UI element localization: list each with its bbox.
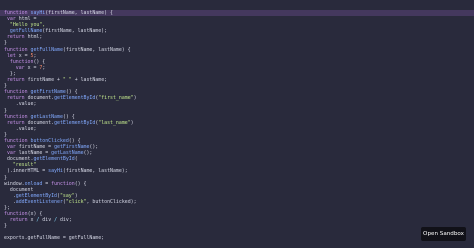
code-token: () { [74, 180, 87, 187]
code-token: function [4, 113, 31, 120]
code-token: div [39, 217, 55, 224]
code-token: () { [33, 58, 46, 65]
code-token: getFullName [30, 46, 63, 53]
code-token: return [9, 217, 28, 224]
code-token: return [6, 77, 25, 84]
code-token: "click" [65, 198, 87, 205]
code-token: ; [33, 52, 37, 59]
code-token: window. [4, 180, 25, 187]
code-token: () { [62, 113, 75, 120]
code-token: (); [89, 144, 99, 151]
code-token: " " [62, 77, 72, 84]
code-token: . [4, 198, 16, 205]
code-token: var [15, 64, 25, 71]
code-token: "result" [4, 162, 37, 169]
code-token: (firstName, lastName); [62, 168, 128, 175]
code-token: } [4, 83, 7, 90]
code-token: document. [24, 119, 55, 126]
code-token: var [6, 144, 16, 151]
code-token: getFirstName [54, 144, 90, 151]
code-token: document. [4, 156, 34, 163]
code-token: getFullName [9, 28, 43, 35]
code-token: . [4, 192, 16, 199]
code-token: .value; [4, 101, 37, 108]
code-token: div; [57, 217, 72, 224]
code-block[interactable]: function sayHi(firstName, lastName) { va… [0, 10, 474, 242]
code-token: function [4, 10, 31, 16]
code-token: () { [68, 137, 81, 144]
code-token: "first_name" [98, 95, 134, 102]
code-line: exports.getFullName = getFullName; [0, 235, 474, 241]
code-token: ; [42, 64, 46, 71]
code-token: ).innerHTML = [4, 168, 49, 175]
code-token: ) [133, 95, 137, 102]
code-editor[interactable]: function sayHi(firstName, lastName) { va… [0, 0, 474, 248]
code-token: .value; [4, 125, 37, 132]
code-token: "Hello you", [4, 22, 46, 29]
code-token: function [4, 89, 31, 96]
code-token: document. [24, 95, 55, 102]
code-token: (firstName, lastName) { [45, 10, 113, 16]
code-token: "last_name" [98, 119, 131, 126]
code-token: return [6, 95, 25, 102]
code-token: let [6, 52, 16, 59]
code-token: (firstName, lastName); [42, 28, 108, 35]
code-token: html; [24, 34, 43, 41]
code-token: }; [4, 70, 16, 77]
code-token: function [4, 46, 31, 53]
code-token: firstName + [24, 77, 63, 84]
code-token: x = [24, 64, 40, 71]
code-token: document [4, 186, 34, 193]
code-token: getLastName [30, 113, 63, 120]
code-token: sayHi [30, 10, 46, 16]
code-token: (x) { [27, 211, 43, 218]
code-token: getElementById [54, 95, 96, 102]
code-token: function [9, 58, 34, 65]
code-token: getLastName [51, 150, 84, 157]
code-token: firstName = [15, 144, 55, 151]
code-token: function [4, 211, 28, 218]
code-token: return [6, 119, 25, 126]
code-token: }; [4, 205, 10, 211]
code-token: (firstName, lastName) { [62, 46, 131, 53]
code-token: return [6, 34, 25, 41]
code-token: ) [130, 119, 134, 126]
code-token: } [4, 223, 7, 230]
code-token: onload [24, 180, 43, 187]
code-token: function [51, 180, 75, 187]
code-token: var [6, 16, 16, 23]
code-token: html = [15, 16, 37, 23]
code-token: getElementById [33, 156, 75, 163]
code-token: lastName = [15, 150, 52, 157]
code-token: buttonClicked [30, 137, 69, 144]
code-token: function [4, 137, 31, 144]
code-token: , buttonClicked); [86, 198, 137, 205]
code-token: ( [74, 156, 78, 163]
code-token: getElementById [54, 119, 96, 126]
code-token: exports.getFullName = getFullName; [4, 235, 105, 242]
code-token: () { [65, 89, 78, 96]
code-token: } [4, 131, 7, 138]
code-token: } [4, 107, 7, 114]
code-token: addEventListener [15, 198, 63, 205]
code-token: = [42, 180, 52, 187]
code-token: sayHi [48, 168, 63, 175]
code-token: ) [74, 192, 78, 199]
code-token: "say" [59, 192, 75, 199]
code-token: getElementById [15, 192, 58, 199]
open-sandbox-button[interactable]: Open Sandbox [421, 227, 466, 241]
code-token: + lastName; [71, 77, 108, 84]
code-token: x = [15, 52, 31, 59]
code-token: (); [83, 150, 93, 157]
code-token: getFirstName [30, 89, 66, 96]
code-token: var [6, 150, 16, 157]
code-token: } [4, 174, 7, 181]
code-token: } [4, 40, 7, 47]
